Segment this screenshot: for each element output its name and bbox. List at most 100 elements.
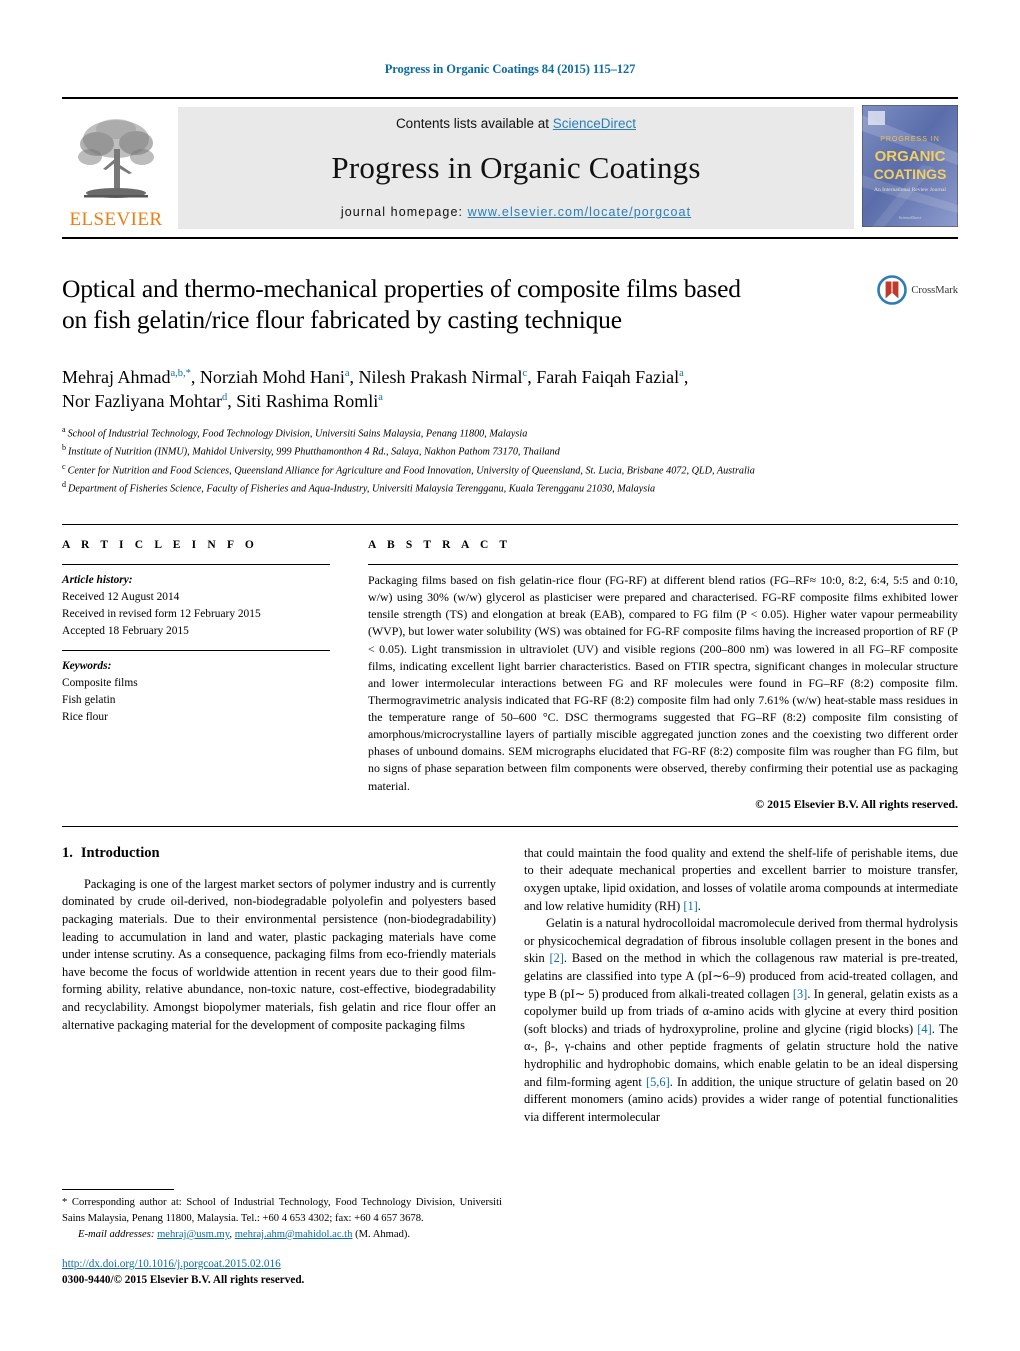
intro-paragraph-right-2: Gelatin is a natural hydrocolloidal macr… xyxy=(524,915,958,1126)
author-name: Mehraj Ahmad xyxy=(62,367,171,387)
affiliation-item: c Center for Nutrition and Food Sciences,… xyxy=(62,461,958,480)
journal-cover-image: PROGRESS IN ORGANIC COATINGS An Internat… xyxy=(861,104,959,227)
author-name: Nilesh Prakash Nirmal xyxy=(358,367,523,387)
author-item: Siti Rashima Romlia xyxy=(236,391,383,411)
svg-text:ScienceDirect: ScienceDirect xyxy=(899,215,922,220)
article-history-group: Article history: Received 12 August 2014… xyxy=(62,572,330,640)
affiliation-item: b Institute of Nutrition (INMU), Mahidol … xyxy=(62,442,958,461)
paragraph-text: that could maintain the food quality and… xyxy=(524,845,958,913)
doi-link[interactable]: http://dx.doi.org/10.1016/j.porgcoat.201… xyxy=(62,1257,502,1273)
email-link-primary[interactable]: mehraj@usm.my xyxy=(157,1229,229,1240)
keyword-item: Composite films xyxy=(62,677,138,690)
section-number: 1. xyxy=(62,844,73,861)
citation-ref[interactable]: [2] xyxy=(549,951,563,965)
elsevier-wordmark: ELSEVIER xyxy=(69,209,163,230)
banner-center: Contents lists available at ScienceDirec… xyxy=(178,107,854,229)
article-history-label: Article history: xyxy=(62,573,133,586)
crossmark-icon xyxy=(877,275,908,305)
title-block: Optical and thermo-mechanical properties… xyxy=(62,273,958,351)
history-item: Received 12 August 2014 xyxy=(62,590,180,603)
author-separator: , xyxy=(349,367,359,387)
doi-block: http://dx.doi.org/10.1016/j.porgcoat.201… xyxy=(62,1257,502,1289)
citation-ref[interactable]: [3] xyxy=(793,987,807,1001)
article-title-line-1: Optical and thermo-mechanical properties… xyxy=(62,274,741,303)
affiliation-item: d Department of Fisheries Science, Facult… xyxy=(62,479,958,498)
author-item: Norziah Mohd Hania, xyxy=(200,367,359,387)
abstract-heading: A B S T R A C T xyxy=(368,538,512,551)
author-name: Siti Rashima Romli xyxy=(236,391,379,412)
affiliation-text: Center for Nutrition and Food Sciences, … xyxy=(67,465,755,477)
author-name: Norziah Mohd Hani xyxy=(199,367,345,387)
affiliation-text: Department of Fisheries Science, Faculty… xyxy=(68,483,656,495)
author-name: Nor Fazliyana Mohtar xyxy=(62,391,222,412)
citation-ref[interactable]: [4] xyxy=(917,1022,931,1036)
citation-ref[interactable]: [5,6] xyxy=(646,1075,670,1089)
crossmark-badge[interactable]: CrossMark xyxy=(877,275,958,305)
author-affiliation-marks: a,b,* xyxy=(170,368,191,379)
email-owner: (M. Ahmad). xyxy=(355,1228,411,1240)
history-item: Accepted 18 February 2015 xyxy=(62,624,189,637)
author-name: Farah Faiqah Fazial xyxy=(536,367,680,387)
introduction-heading: 1. Introduction xyxy=(62,845,496,862)
author-list: Mehraj Ahmada,b,*, Norziah Mohd Hania, N… xyxy=(62,365,958,414)
journal-banner: ELSEVIER Contents lists available at Sci… xyxy=(62,97,959,239)
author-separator: , xyxy=(527,367,537,387)
running-head: Progress in Organic Coatings 84 (2015) 1… xyxy=(384,62,636,76)
email-link-secondary[interactable]: mehraj.ahm@mahidol.ac.th xyxy=(235,1229,353,1240)
svg-text:ORGANIC: ORGANIC xyxy=(875,148,946,165)
crossmark-label: CrossMark xyxy=(911,284,958,296)
article-info-heading: A R T I C L E I N F O xyxy=(62,538,258,551)
abstract-column: A B S T R A C T Packaging films based on… xyxy=(352,525,958,812)
elsevier-logo: ELSEVIER xyxy=(62,107,170,229)
keyword-item: Rice flour xyxy=(62,711,108,724)
issn-copyright-line: 0300-9440/© 2015 Elsevier B.V. All right… xyxy=(62,1274,305,1287)
citation-ref[interactable]: [1] xyxy=(683,899,697,913)
svg-text:PROGRESS IN: PROGRESS IN xyxy=(880,136,940,143)
abstract-copyright: © 2015 Elsevier B.V. All rights reserved… xyxy=(755,796,958,811)
divider xyxy=(368,563,958,565)
svg-text:An International Review Journa: An International Review Journal xyxy=(874,187,946,193)
elsevier-tree-icon xyxy=(78,119,154,198)
keywords-label: Keywords: xyxy=(62,660,112,673)
footnote-divider xyxy=(62,1189,174,1191)
affiliation-text: Institute of Nutrition (INMU), Mahidol U… xyxy=(68,446,560,458)
keyword-item: Fish gelatin xyxy=(62,694,116,707)
divider xyxy=(62,563,330,565)
author-item: Mehraj Ahmada,b,*, xyxy=(62,367,200,387)
keywords-group: Keywords: Composite films Fish gelatin R… xyxy=(62,658,330,726)
author-separator: , xyxy=(683,367,689,387)
affiliation-text: School of Industrial Technology, Food Te… xyxy=(67,428,528,440)
affiliation-list: a School of Industrial Technology, Food T… xyxy=(62,424,958,498)
journal-homepage-line: journal homepage: www.elsevier.com/locat… xyxy=(341,205,691,219)
author-separator: , xyxy=(190,367,200,387)
info-abstract-section: A R T I C L E I N F O Article history: R… xyxy=(62,523,958,812)
author-item: Nor Fazliyana Mohtard, xyxy=(62,391,236,411)
journal-title: Progress in Organic Coatings xyxy=(331,150,701,185)
abstract-text: Packaging films based on fish gelatin-ri… xyxy=(368,572,958,793)
corresponding-author-note: * Corresponding author at: School of Ind… xyxy=(62,1195,502,1226)
section-title: Introduction xyxy=(80,844,160,861)
sciencedirect-link[interactable]: ScienceDirect xyxy=(553,116,636,131)
article-title-line-2: on fish gelatin/rice flour fabricated by… xyxy=(62,305,622,335)
journal-cover-thumbnail: PROGRESS IN ORGANIC COATINGS An Internat… xyxy=(861,104,959,232)
article-info-column: A R T I C L E I N F O Article history: R… xyxy=(62,525,352,812)
article-page: Progress in Organic Coatings 84 (2015) 1… xyxy=(0,0,1020,1351)
author-affiliation-marks: a xyxy=(378,392,383,404)
homepage-label: journal homepage: xyxy=(340,205,464,219)
journal-homepage-link[interactable]: www.elsevier.com/locate/porgcoat xyxy=(468,205,691,219)
author-separator: , xyxy=(227,391,237,412)
svg-text:COATINGS: COATINGS xyxy=(874,166,947,182)
body-right-column: that could maintain the food quality and… xyxy=(524,845,958,1265)
divider xyxy=(62,650,330,652)
article-title: Optical and thermo-mechanical properties… xyxy=(62,273,958,335)
author-item: Nilesh Prakash Nirmalc, xyxy=(359,367,537,387)
footnote-block: * Corresponding author at: School of Ind… xyxy=(62,1189,502,1289)
corresponding-author-text: Corresponding author at: School of Indus… xyxy=(62,1197,502,1224)
contents-prefix: Contents lists available at xyxy=(395,116,553,131)
section-divider xyxy=(62,825,958,827)
author-item: Farah Faiqah Faziala, xyxy=(536,367,688,387)
email-label: E-mail addresses: xyxy=(78,1228,155,1240)
history-item: Received in revised form 12 February 201… xyxy=(62,607,261,620)
email-line: E-mail addresses: mehraj@usm.my, mehraj.… xyxy=(78,1228,411,1240)
affiliation-item: a School of Industrial Technology, Food T… xyxy=(62,424,958,443)
